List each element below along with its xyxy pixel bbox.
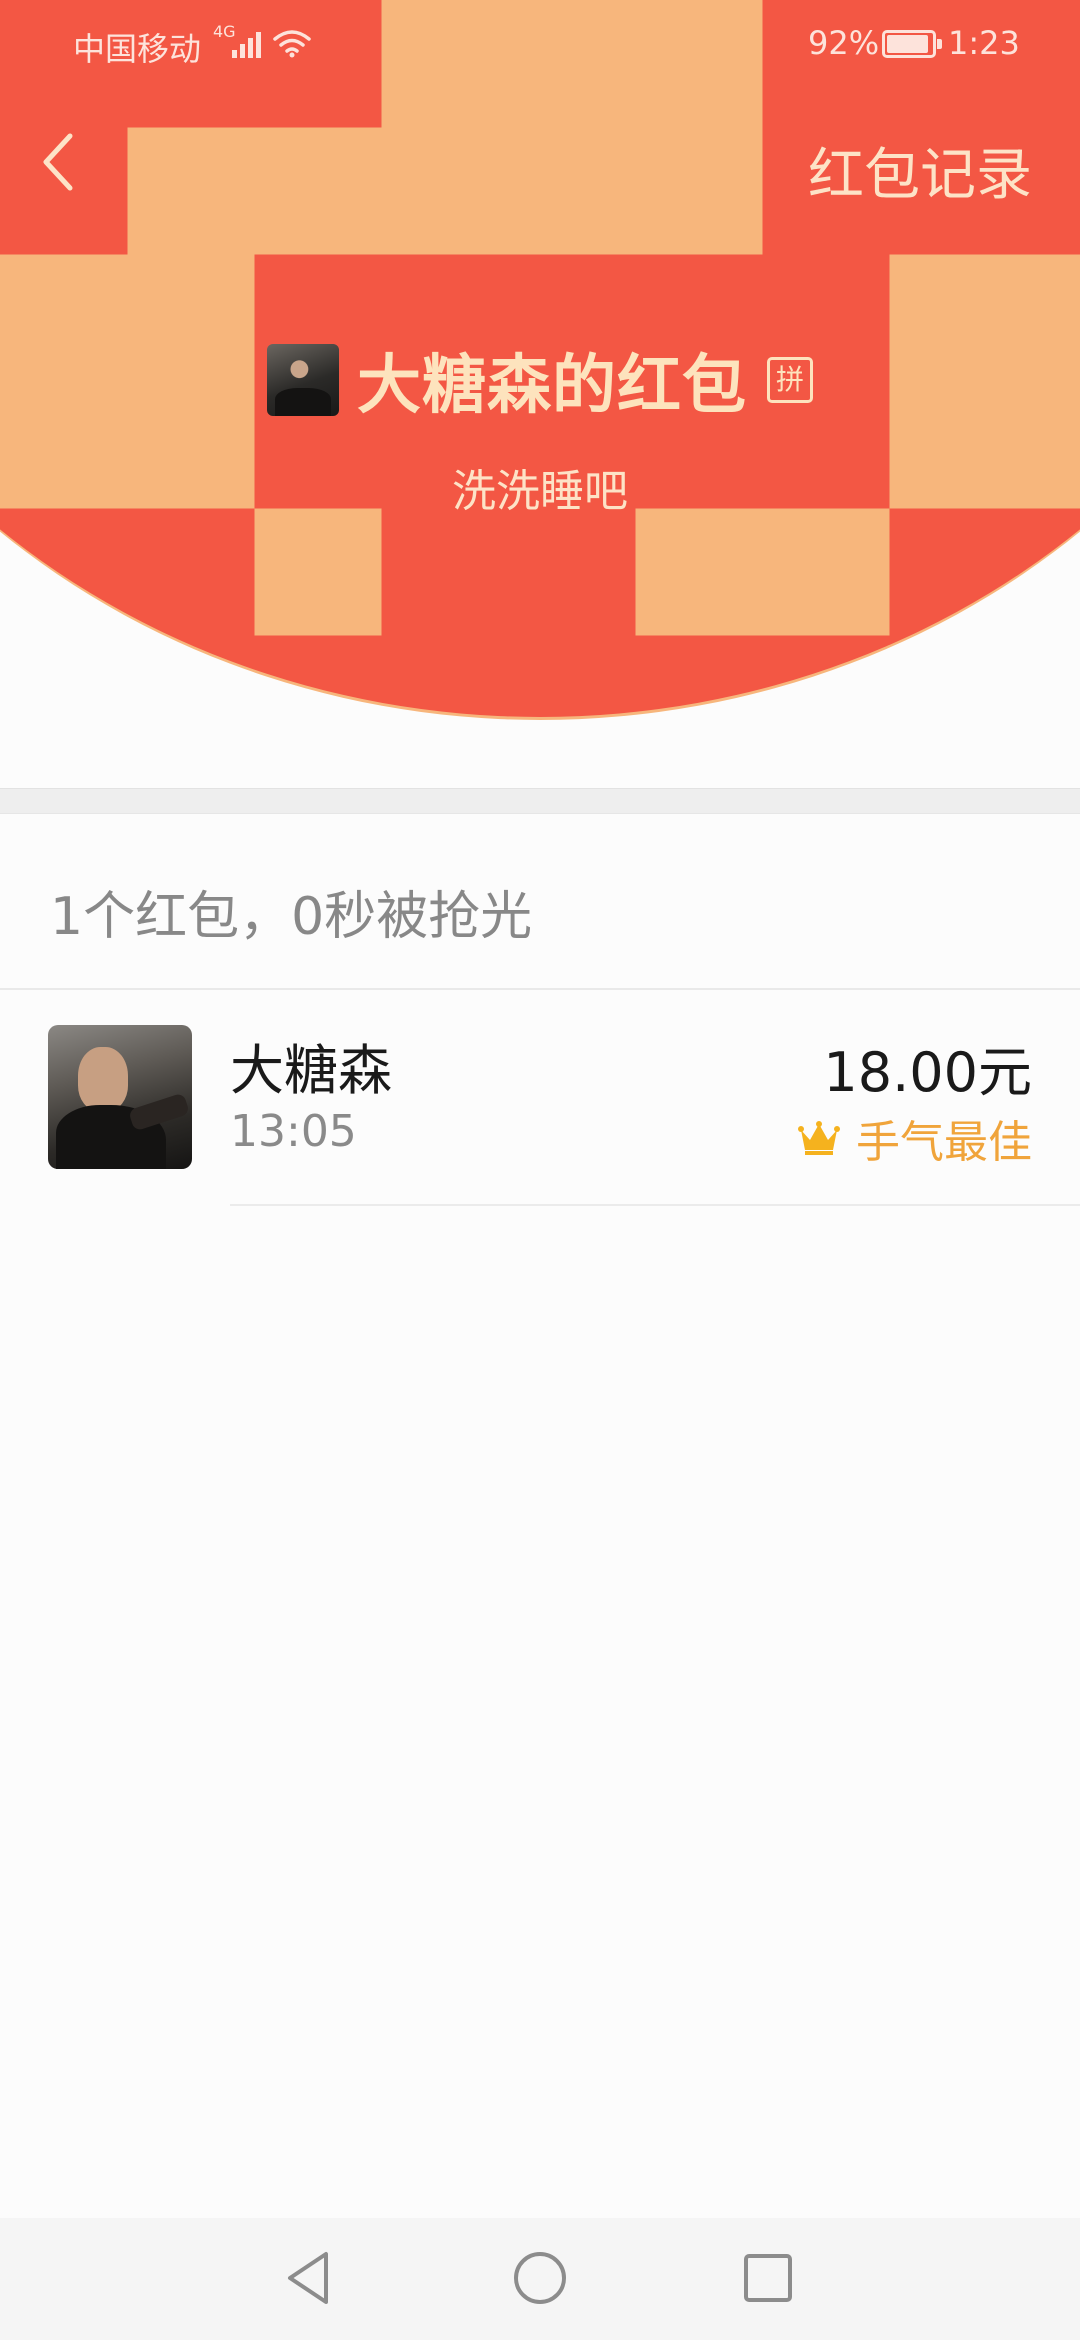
grabber-name: 大糖森: [230, 1039, 392, 1102]
status-bar: 中国移动 4G 92% 1:23: [0, 0, 1080, 90]
divider: [230, 1204, 1080, 1206]
section-separator: [0, 788, 1080, 814]
crown-icon: [798, 1121, 840, 1155]
packet-title: 大糖森的红包: [357, 349, 747, 423]
grab-amount: 18.00元: [823, 1041, 1032, 1104]
nav-recents-button[interactable]: [738, 2248, 798, 2308]
battery-percent-label: 92%: [808, 24, 880, 62]
carrier-label: 中国移动: [73, 30, 202, 68]
clock-label: 1:23: [948, 24, 1020, 62]
packet-message: 洗洗睡吧: [452, 466, 628, 517]
red-packet-records-link[interactable]: 红包记录: [808, 130, 1032, 211]
packet-title-row: 大糖森的红包 拼: [0, 340, 1080, 423]
circle-home-icon: [514, 2252, 566, 2304]
best-luck-label: 手气最佳: [856, 1117, 1032, 1168]
back-button[interactable]: [36, 122, 96, 202]
best-luck-badge: 手气最佳: [798, 1106, 1032, 1170]
avatar[interactable]: [48, 1025, 192, 1169]
system-nav-bar: [0, 2218, 1080, 2340]
wifi-icon: [273, 30, 311, 58]
triangle-back-icon: [288, 2252, 328, 2304]
signal-icon: [232, 28, 266, 58]
nav-back-button[interactable]: [280, 2248, 340, 2308]
battery-icon: [882, 30, 942, 58]
grab-summary: 1个红包，0秒被抢光: [50, 887, 533, 947]
chevron-left-icon: [43, 133, 73, 191]
grab-list-item[interactable]: 大糖森 13:05 18.00元 手气最佳: [0, 990, 1080, 1206]
screen: 中国移动 4G 92% 1:23 红包记录 大糖森的红包 拼 洗洗睡吧 1个红包…: [0, 0, 1080, 2340]
nav-home-button[interactable]: [510, 2248, 570, 2308]
sender-avatar: [267, 344, 339, 416]
grab-time: 13:05: [230, 1106, 357, 1157]
pin-badge: 拼: [767, 357, 813, 403]
square-recents-icon: [744, 2254, 792, 2302]
